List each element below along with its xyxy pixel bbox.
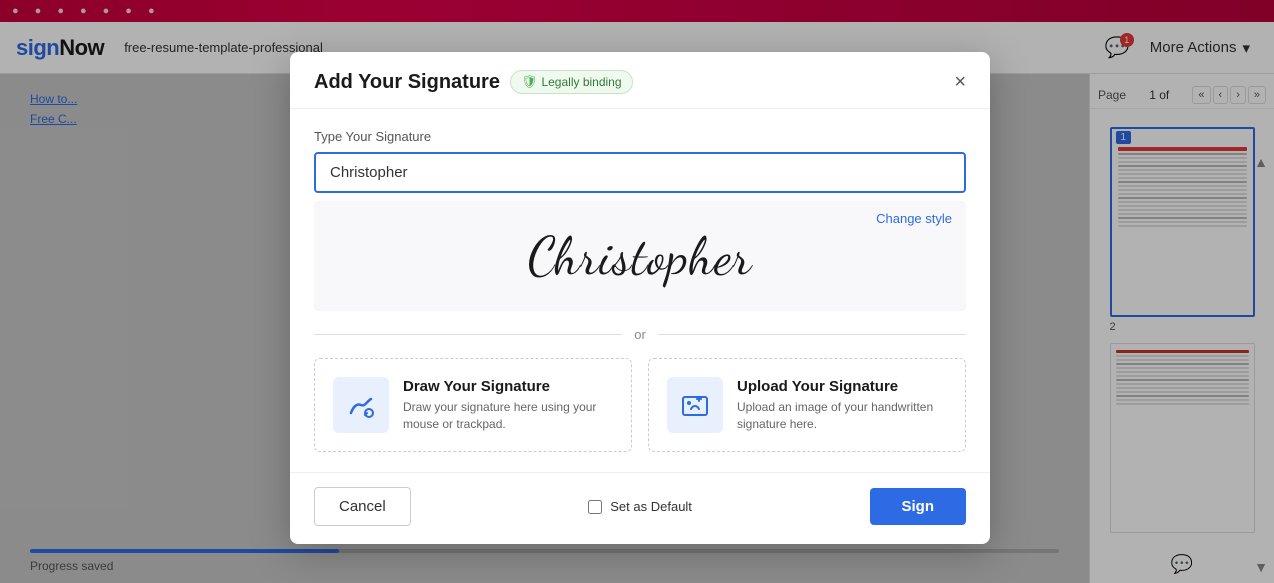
signature-preview: Change style Christopher	[314, 201, 966, 311]
upload-option-desc: Upload an image of your handwritten sign…	[737, 399, 947, 433]
legally-binding-badge: 🛡 Legally binding	[510, 70, 633, 94]
sign-button[interactable]: Sign	[870, 488, 967, 525]
shield-icon: 🛡	[521, 74, 538, 90]
change-style-link[interactable]: Change style	[876, 211, 952, 226]
close-button[interactable]: ×	[954, 72, 966, 92]
legally-binding-text: Legally binding	[541, 75, 621, 89]
modal-footer: Cancel Set as Default Sign	[290, 472, 990, 544]
set-as-default-label: Set as Default	[610, 499, 692, 514]
modal-header: Add Your Signature 🛡 Legally binding ×	[290, 52, 990, 109]
divider-text: or	[634, 327, 646, 342]
signature-modal: Add Your Signature 🛡 Legally binding × T…	[290, 52, 990, 544]
modal-overlay: Add Your Signature 🛡 Legally binding × T…	[0, 0, 1274, 583]
modal-body: Type Your Signature Change style Christo…	[290, 109, 990, 472]
cancel-button[interactable]: Cancel	[314, 487, 411, 526]
upload-icon	[667, 377, 723, 433]
divider-left	[314, 334, 622, 335]
draw-signature-option[interactable]: Draw Your Signature Draw your signature …	[314, 358, 632, 452]
upload-option-title: Upload Your Signature	[737, 378, 947, 395]
draw-option-desc: Draw your signature here using your mous…	[403, 399, 613, 433]
type-signature-label: Type Your Signature	[314, 129, 966, 144]
divider-right	[658, 334, 966, 335]
set-as-default-checkbox[interactable]	[588, 500, 602, 514]
upload-signature-option[interactable]: Upload Your Signature Upload an image of…	[648, 358, 966, 452]
signature-cursive-text: Christopher	[528, 225, 752, 288]
content-area: How to... Free C... Progress saved Page …	[0, 74, 1274, 583]
divider-row: or	[314, 327, 966, 342]
draw-icon	[333, 377, 389, 433]
default-checkbox-row: Set as Default	[425, 499, 856, 514]
alt-options: Draw Your Signature Draw your signature …	[314, 358, 966, 452]
draw-option-title: Draw Your Signature	[403, 378, 613, 395]
signature-text-input[interactable]	[314, 152, 966, 193]
modal-title: Add Your Signature	[314, 71, 500, 94]
